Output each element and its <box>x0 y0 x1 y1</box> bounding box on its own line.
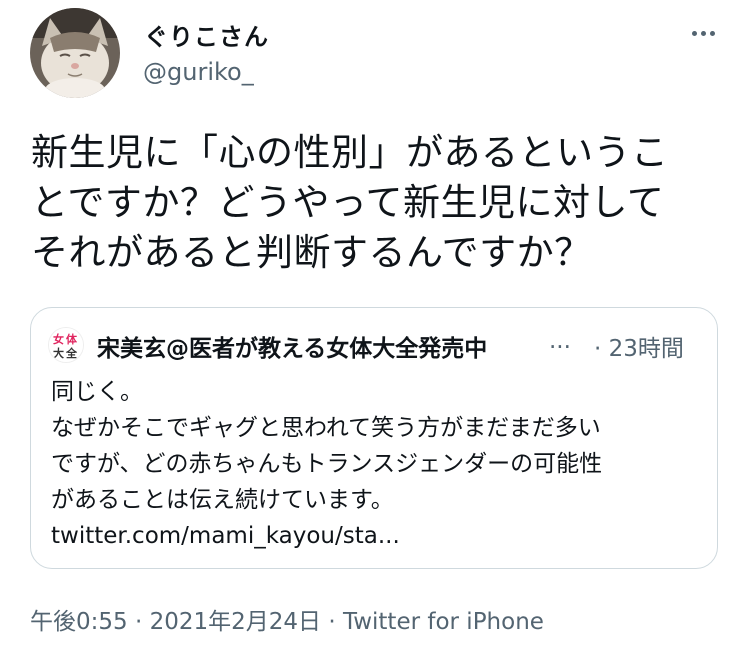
meta-separator: · <box>127 609 150 635</box>
quoted-avatar-char: 全 <box>65 346 78 360</box>
quoted-timestamp[interactable]: · 23時間 <box>594 329 684 363</box>
tweet-date[interactable]: 2021年2月24日 <box>150 609 321 635</box>
quoted-tweet[interactable]: 女 体 大 全 宋美玄@医者が教える女体大全発売中 ... · 23時間 同じく… <box>30 307 718 569</box>
quoted-tweet-text: 同じく。 なぜかそこでギャグと思われて笑う方がまだまだ多い ですが、どの赤ちゃん… <box>51 374 701 554</box>
tweet-time[interactable]: 午後0:55 <box>30 609 128 635</box>
meta-separator: · <box>321 609 343 635</box>
quoted-avatar-char: 女 <box>53 332 64 346</box>
tweet-text-line: それがあると判断するんですか？ <box>31 231 592 274</box>
quoted-link[interactable]: twitter.com/mami_kayou/sta... <box>51 518 701 554</box>
quoted-text-line: があることは伝え続けています。 <box>51 487 394 513</box>
quoted-text-line: 同じく。 <box>51 379 143 405</box>
author-display-name[interactable]: ぐりこさん <box>144 17 269 52</box>
tweet-text-line: とですか？どうやって新生児に対して <box>31 181 665 224</box>
author-handle[interactable]: @guriko_ <box>143 58 254 86</box>
tweet-meta: 午後0:55 · 2021年2月24日 · Twitter for iPhone <box>30 602 544 636</box>
quoted-name-ellipsis: ... <box>549 328 571 354</box>
tweet-text: 新生児に「心の性別」があるというこ とですか？どうやって新生児に対して それがあ… <box>31 128 731 278</box>
author-avatar[interactable] <box>30 8 120 98</box>
more-horizontal-icon <box>691 30 697 36</box>
quoted-avatar-char: 体 <box>66 332 78 346</box>
quoted-author-avatar[interactable]: 女 体 大 全 <box>48 327 84 363</box>
tweet-text-line: 新生児に「心の性別」があるというこ <box>31 131 669 174</box>
more-horizontal-icon-dot <box>700 30 706 36</box>
quoted-avatar-char: 大 <box>53 346 64 360</box>
quoted-text-line: ですが、どの赤ちゃんもトランスジェンダーの可能性 <box>51 451 603 477</box>
more-horizontal-icon-dot <box>709 30 715 36</box>
more-options-button[interactable] <box>683 18 723 48</box>
quoted-author-name[interactable]: 宋美玄@医者が教える女体大全発売中 <box>97 329 547 363</box>
tweet-source[interactable]: Twitter for iPhone <box>343 609 544 635</box>
tweet: ぐりこさん @guriko_ 新生児に「心の性別」があるというこ とですか？どう… <box>0 0 750 650</box>
quoted-text-line: なぜかそこでギャグと思われて笑う方がまだまだ多い <box>51 415 601 441</box>
